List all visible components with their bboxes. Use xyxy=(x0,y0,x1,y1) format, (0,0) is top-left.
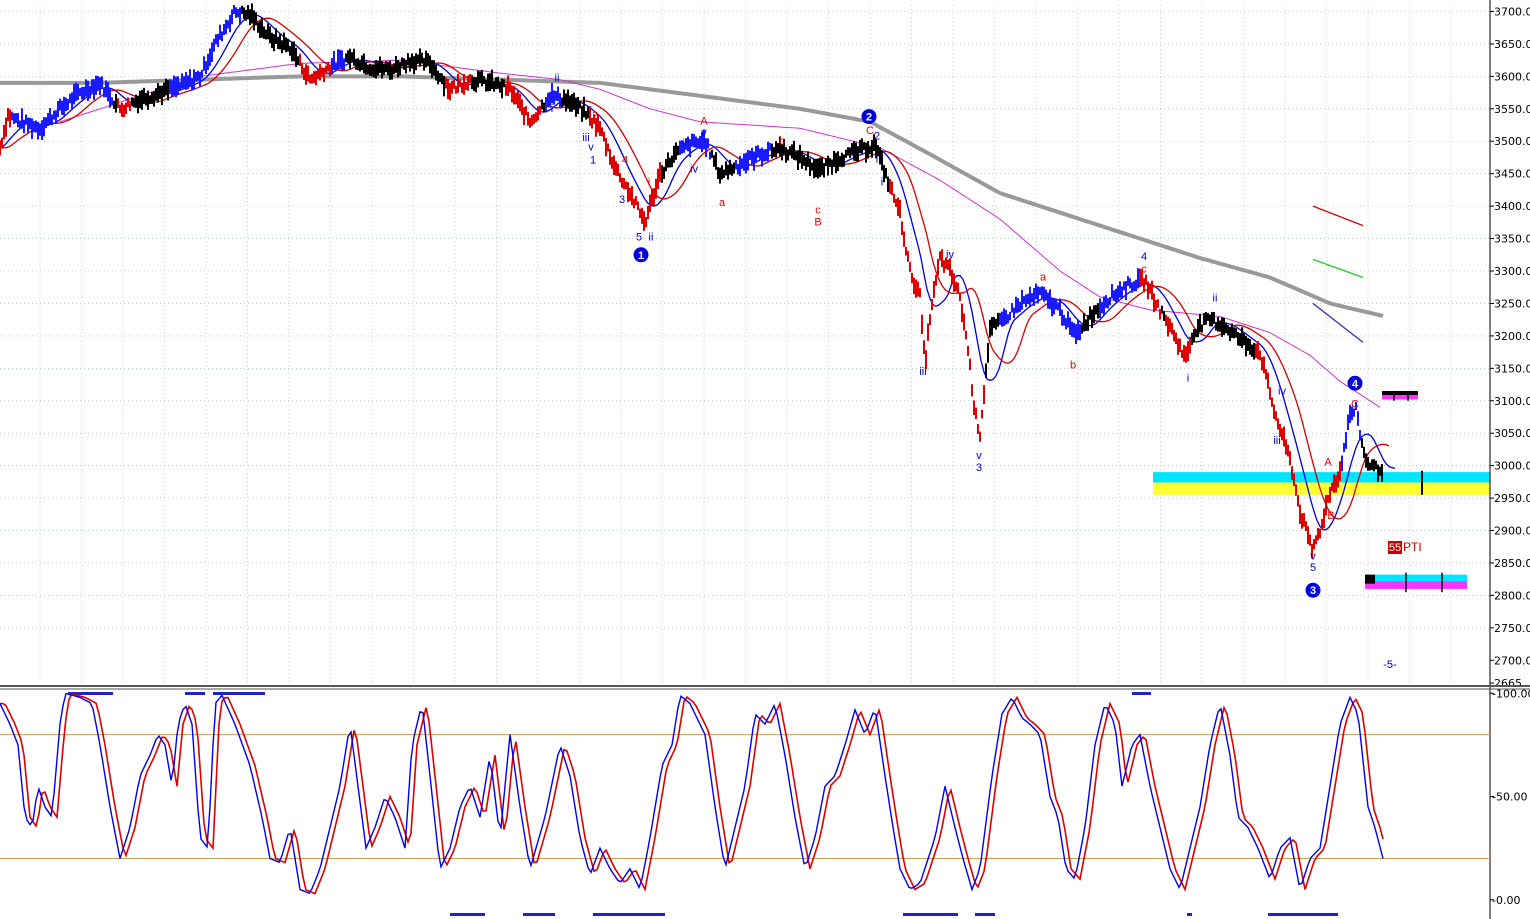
badge-text: PTI xyxy=(1403,540,1422,554)
wave-label: iv xyxy=(690,163,698,175)
wave-label: iv xyxy=(1278,385,1286,397)
cyan-zone xyxy=(1153,472,1490,483)
wave-label: 2 xyxy=(592,110,598,122)
signal-bar-top xyxy=(1132,692,1151,695)
wave-label: i xyxy=(881,176,883,188)
wave-label: iii xyxy=(919,366,926,378)
wave-label: 1 xyxy=(590,154,596,166)
axis-tick-label: 2750.00 xyxy=(1494,622,1530,635)
axis-tick-label: 3300.00 xyxy=(1494,265,1530,278)
wave-circle-label: 4 xyxy=(1352,378,1359,390)
osc-tick-label: -100.00 xyxy=(1492,687,1530,700)
axis-tick-label: 3700.00 xyxy=(1494,5,1530,18)
chart-canvas: iiiiiiv124i35 iiAviiiivabcBC 2iiiviiiv3ab4… xyxy=(0,0,1530,919)
wave-label: 4 xyxy=(622,154,628,166)
axis-tick-label: 2700.00 xyxy=(1494,654,1530,667)
axis-tick-label: 3250.00 xyxy=(1494,297,1530,310)
zone-line xyxy=(1382,390,1418,395)
axis-tick-label: 3400.00 xyxy=(1494,200,1530,213)
wave-label: 5 xyxy=(636,232,642,244)
signal-bar-top xyxy=(185,692,205,695)
wave-label: i xyxy=(876,154,878,166)
wave-circle-label: 3 xyxy=(1310,585,1316,597)
wave-label: 3 xyxy=(619,194,625,206)
wave-label: 5 xyxy=(1310,562,1316,574)
axis-tick-label: 3200.00 xyxy=(1494,330,1530,343)
wave-label: v xyxy=(701,127,707,139)
axis-tick-label: 3600.00 xyxy=(1494,70,1530,83)
axis-tick-label: 3450.00 xyxy=(1494,168,1530,181)
signal-bar-bottom xyxy=(975,913,995,916)
axis-tick-label: 3650.00 xyxy=(1494,38,1530,51)
wave-label: iii xyxy=(1273,435,1280,447)
wave-label: c xyxy=(1141,263,1147,275)
signal-bar-top xyxy=(213,692,265,695)
signal-bar-bottom xyxy=(450,913,485,916)
wave-label: a xyxy=(1040,272,1047,284)
wave-label: B xyxy=(814,217,821,229)
wave-circle-label: 2 xyxy=(866,112,872,124)
axis-tick-label: 3000.00 xyxy=(1494,460,1530,473)
axis-tick-label: 3100.00 xyxy=(1494,395,1530,408)
axis-tick-label: 3500.00 xyxy=(1494,135,1530,148)
wave-label: C xyxy=(866,125,874,137)
axis-tick-label: 3150.00 xyxy=(1494,362,1530,375)
signal-bar-bottom xyxy=(1187,913,1192,916)
osc-tick-label: -0.00 xyxy=(1492,894,1520,907)
axis-tick-label: 3050.00 xyxy=(1494,427,1530,440)
osc-tick-label: -50.00 xyxy=(1492,791,1527,804)
wave-label: a xyxy=(719,197,726,209)
wave-label: i xyxy=(648,176,650,188)
wave-label: 2 xyxy=(874,130,880,142)
axis-tick-label: 3350.00 xyxy=(1494,233,1530,246)
wave-label: i xyxy=(551,103,553,115)
wave-label: iv xyxy=(946,249,954,261)
wave-label: B xyxy=(1327,510,1334,522)
wave-label: C xyxy=(1351,398,1359,410)
wave-label: 4 xyxy=(1141,251,1147,263)
wave-label: ii xyxy=(555,73,560,85)
badge-number: 55 xyxy=(1389,542,1401,554)
wave-label: b xyxy=(779,135,785,147)
signal-bar-bottom xyxy=(903,913,958,916)
signal-bar-bottom xyxy=(1268,913,1338,916)
wave-label: -5- xyxy=(1383,659,1397,671)
wave-label: b xyxy=(1070,359,1076,371)
wave-label: ii xyxy=(1213,293,1218,305)
wave-label: v xyxy=(976,450,982,462)
axis-tick-label: 2950.00 xyxy=(1494,492,1530,505)
wave-label: 3 xyxy=(976,462,982,474)
wave-label: i xyxy=(1187,372,1189,384)
wave-label: ii xyxy=(649,232,654,244)
wave-label: A xyxy=(700,115,708,127)
magenta-bottom-zone xyxy=(1365,581,1467,589)
axis-tick-label: 2850.00 xyxy=(1494,557,1530,570)
wave-label: A xyxy=(1324,457,1332,469)
wave-label: iii xyxy=(682,137,689,149)
cyan-bottom-zone xyxy=(1365,574,1467,582)
wave-circle-label: 1 xyxy=(638,250,644,262)
signal-bar-bottom xyxy=(593,913,665,916)
axis-tick-label: 2900.00 xyxy=(1494,525,1530,538)
zone-block xyxy=(1365,574,1375,584)
signal-bar-bottom xyxy=(523,913,555,916)
axis-tick-label: 3550.00 xyxy=(1494,103,1530,116)
axis-tick-label: 2800.00 xyxy=(1494,589,1530,602)
wave-label: v xyxy=(588,141,594,153)
wave-label: c xyxy=(815,204,821,216)
